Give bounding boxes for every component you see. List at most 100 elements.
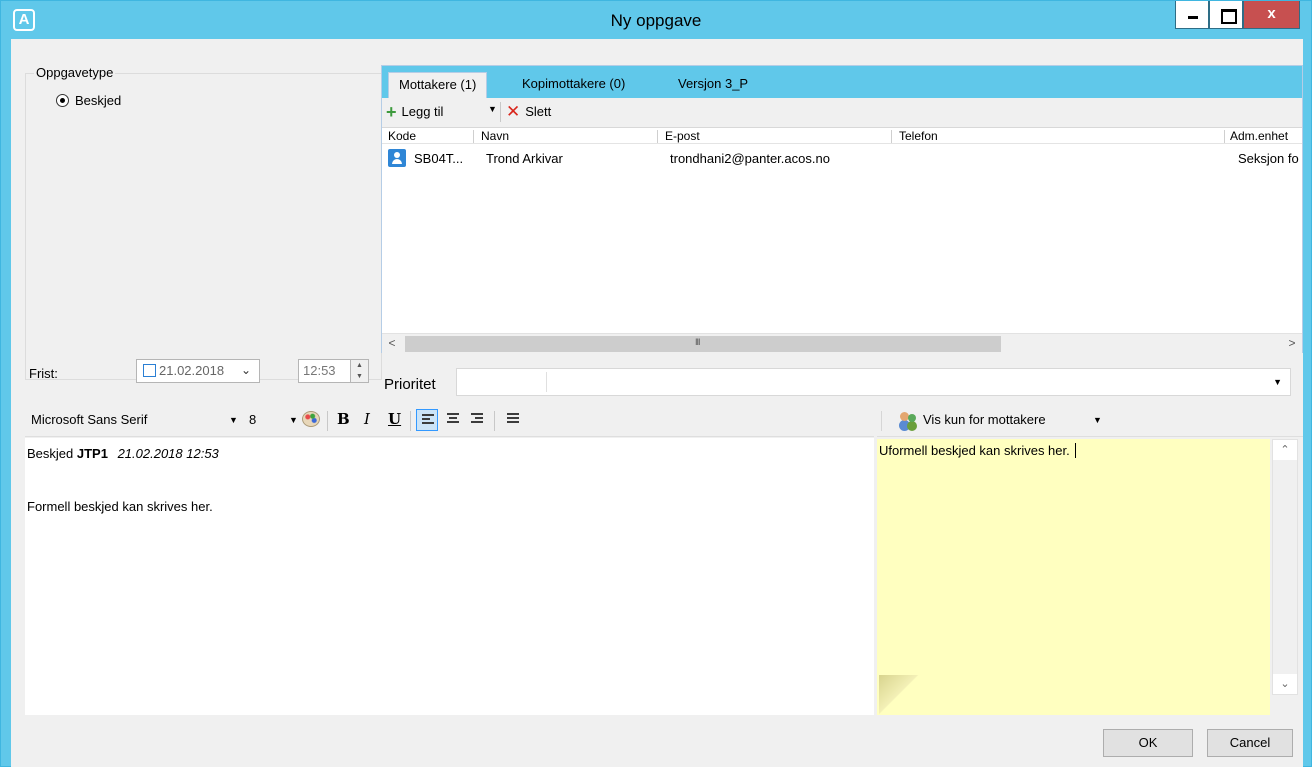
editor-toolbar: Microsoft Sans Serif ▼ 8 ▼ B I U xyxy=(25,405,874,437)
message-code: JTP1 xyxy=(76,446,108,461)
column-header-telefon[interactable]: Telefon xyxy=(899,129,938,143)
note-text: Uformell beskjed kan skrives her. xyxy=(879,443,1070,458)
people-icon xyxy=(899,411,919,429)
column-header-kode[interactable]: Kode xyxy=(388,129,416,143)
recipients-tab-panel: Mottakere (1) Kopimottakere (0) Versjon … xyxy=(381,65,1303,354)
deadline-checkbox[interactable] xyxy=(143,364,156,377)
task-type-group: Oppgavetype Beskjed xyxy=(25,65,382,380)
scroll-grip-icon: III xyxy=(695,337,700,347)
toolbar-divider xyxy=(494,411,495,431)
align-center-icon[interactable] xyxy=(442,409,464,431)
user-icon xyxy=(388,149,406,167)
priority-combobox[interactable]: ▼ xyxy=(456,368,1291,396)
recipients-grid: Kode Navn E-post Telefon Adm.enhet SB04T… xyxy=(382,128,1302,354)
column-divider[interactable] xyxy=(891,130,892,143)
table-row[interactable]: SB04T... Trond Arkivar trondhani2@panter… xyxy=(382,148,1302,170)
page-curl-icon xyxy=(879,675,919,715)
toolbar-divider xyxy=(327,411,328,431)
scroll-thumb[interactable]: III xyxy=(405,336,1001,352)
tab-kopimottakere[interactable]: Kopimottakere (0) xyxy=(512,72,635,98)
time-spinner[interactable]: ▲ ▼ xyxy=(350,360,368,382)
column-header-navn[interactable]: Navn xyxy=(481,129,509,143)
toolbar-divider xyxy=(410,411,411,431)
task-type-label: Oppgavetype xyxy=(34,65,116,80)
cell-navn: Trond Arkivar xyxy=(486,151,563,166)
scroll-up-icon[interactable]: ⌃ xyxy=(1273,440,1297,460)
font-size-select[interactable]: 8 xyxy=(249,412,256,427)
close-button[interactable]: x xyxy=(1243,1,1300,29)
scroll-right-icon[interactable]: > xyxy=(1282,334,1302,354)
cell-kode: SB04T... xyxy=(414,151,464,166)
message-editor[interactable]: Beskjed JTP1 21.02.2018 12:53 Formell be… xyxy=(25,438,874,715)
column-header-epost[interactable]: E-post xyxy=(665,129,700,143)
chevron-down-icon[interactable]: ▼ xyxy=(1093,415,1102,425)
maximize-button[interactable] xyxy=(1209,1,1243,29)
delete-button-label: Slett xyxy=(525,104,552,119)
window-title: Ny oppgave xyxy=(610,11,702,30)
toolbar-grip xyxy=(881,411,882,431)
sticky-note[interactable]: Uformell beskjed kan skrives her. xyxy=(877,439,1270,715)
minimize-button[interactable] xyxy=(1175,1,1209,29)
delete-x-icon: ✕ xyxy=(506,101,521,121)
cancel-button[interactable]: Cancel xyxy=(1207,729,1293,757)
align-left-lines xyxy=(422,414,434,427)
message-header-line: Beskjed JTP1 21.02.2018 12:53 xyxy=(27,446,219,461)
message-body: Formell beskjed kan skrives her. xyxy=(27,499,213,514)
radio-selected-icon[interactable] xyxy=(56,94,69,107)
deadline-time-input[interactable]: 12:53 ▲ ▼ xyxy=(298,359,369,383)
priority-divider xyxy=(546,372,547,392)
add-button[interactable]: + Legg til xyxy=(386,101,444,122)
cell-epost: trondhani2@panter.acos.no xyxy=(670,151,830,166)
deadline-time-value: 12:53 xyxy=(303,363,336,378)
bold-icon[interactable]: B xyxy=(337,410,350,428)
delete-button[interactable]: ✕ Slett xyxy=(506,101,552,121)
recipients-toolbar: + Legg til ▼ ✕ Slett xyxy=(382,98,1302,128)
title-bar[interactable]: A Ny oppgave x xyxy=(1,1,1311,39)
dialog-body: Oppgavetype Beskjed Mottakere (1) Kopimo… xyxy=(11,39,1303,767)
align-right-lines xyxy=(471,413,483,426)
scroll-left-icon[interactable]: < xyxy=(382,334,402,354)
column-divider[interactable] xyxy=(473,130,474,143)
align-left-icon[interactable] xyxy=(416,409,438,431)
spin-down-icon[interactable]: ▼ xyxy=(351,371,368,382)
color-palette-icon[interactable] xyxy=(302,411,320,427)
radio-beskjed[interactable]: Beskjed xyxy=(56,93,121,108)
message-prefix: Beskjed xyxy=(27,446,74,461)
toolbar-divider xyxy=(500,102,501,122)
tab-strip: Mottakere (1) Kopimottakere (0) Versjon … xyxy=(382,66,1302,98)
font-name-select[interactable]: Microsoft Sans Serif xyxy=(31,412,147,427)
column-divider[interactable] xyxy=(657,130,658,143)
underline-icon[interactable]: U xyxy=(388,410,401,428)
chevron-down-icon[interactable]: ▼ xyxy=(1273,377,1282,387)
scroll-track[interactable] xyxy=(1273,460,1297,674)
bullet-list-icon[interactable] xyxy=(502,409,524,431)
plus-icon: + xyxy=(386,101,397,122)
align-right-icon[interactable] xyxy=(466,409,488,431)
column-divider[interactable] xyxy=(1224,130,1225,143)
notes-toolbar: Vis kun for mottakere ▼ xyxy=(877,405,1303,437)
align-center-lines xyxy=(447,413,459,426)
message-timestamp: 21.02.2018 12:53 xyxy=(117,446,219,461)
chevron-down-icon[interactable]: ⌄ xyxy=(241,363,251,377)
horizontal-scrollbar[interactable]: < III > xyxy=(382,333,1302,354)
visibility-select[interactable]: Vis kun for mottakere xyxy=(923,412,1046,427)
bullet-list-lines xyxy=(507,413,519,426)
deadline-date-picker[interactable]: 21.02.2018 ⌄ xyxy=(136,359,260,383)
chevron-down-icon[interactable]: ▼ xyxy=(229,415,238,425)
chevron-down-icon[interactable]: ▼ xyxy=(289,415,298,425)
spin-up-icon[interactable]: ▲ xyxy=(351,360,368,371)
column-header-adm-enhet[interactable]: Adm.enhet xyxy=(1230,129,1288,143)
scroll-down-icon[interactable]: ⌄ xyxy=(1273,674,1297,694)
add-button-label: Legg til xyxy=(401,104,444,119)
tab-versjon[interactable]: Versjon 3_P xyxy=(668,72,758,98)
tab-mottakere[interactable]: Mottakere (1) xyxy=(388,72,488,98)
deadline-date-value: 21.02.2018 xyxy=(159,363,225,378)
ok-button[interactable]: OK xyxy=(1103,729,1193,757)
note-vertical-scrollbar[interactable]: ⌃ ⌄ xyxy=(1272,439,1298,695)
add-dropdown-button[interactable]: ▼ xyxy=(488,104,497,114)
grid-header: Kode Navn E-post Telefon Adm.enhet xyxy=(382,128,1302,144)
dialog-window: A Ny oppgave x Oppgavetype Beskjed Motta… xyxy=(0,0,1312,767)
italic-icon[interactable]: I xyxy=(364,410,370,428)
priority-label: Prioritet xyxy=(384,376,436,393)
text-cursor xyxy=(1074,443,1076,458)
